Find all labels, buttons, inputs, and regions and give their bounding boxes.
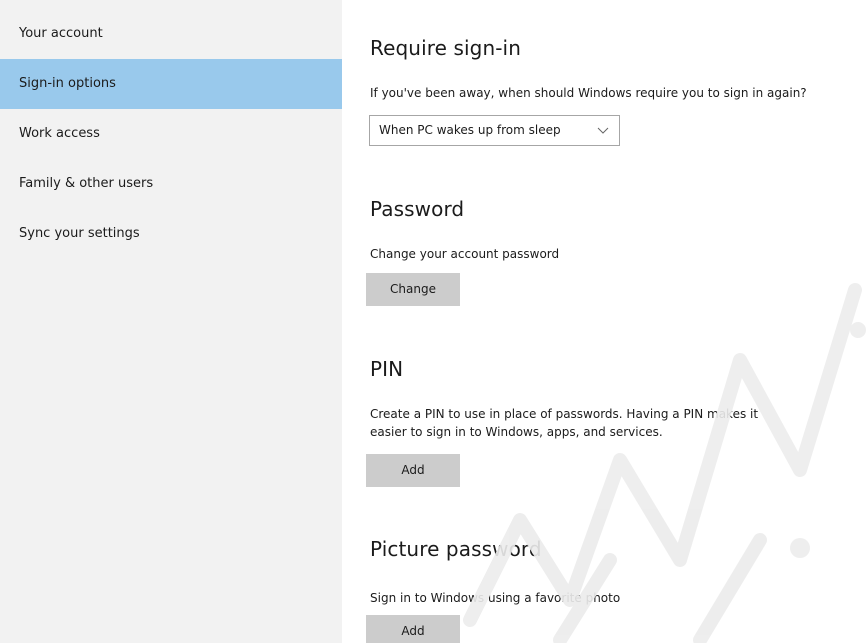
- sidebar-item-work-access[interactable]: Work access: [0, 109, 342, 159]
- add-pin-button[interactable]: Add: [366, 454, 460, 487]
- picture-password-heading: Picture password: [370, 537, 542, 561]
- password-description: Change your account password: [370, 247, 560, 261]
- add-picture-password-button[interactable]: Add: [366, 615, 460, 643]
- pin-heading: PIN: [370, 357, 404, 381]
- sidebar-item-family-other-users[interactable]: Family & other users: [0, 159, 342, 209]
- require-signin-heading: Require sign-in: [370, 36, 521, 60]
- require-signin-description: If you've been away, when should Windows…: [370, 86, 807, 100]
- password-heading: Password: [370, 197, 465, 221]
- sidebar: Your account Sign-in options Work access…: [0, 0, 342, 643]
- sidebar-item-sync-settings[interactable]: Sync your settings: [0, 209, 342, 259]
- chevron-down-icon: [597, 127, 609, 134]
- sidebar-item-your-account[interactable]: Your account: [0, 9, 342, 59]
- dropdown-selected-value: When PC wakes up from sleep: [379, 123, 561, 137]
- sidebar-item-sign-in-options[interactable]: Sign-in options: [0, 59, 342, 109]
- settings-window: Your account Sign-in options Work access…: [0, 0, 867, 643]
- require-signin-dropdown[interactable]: When PC wakes up from sleep: [369, 115, 620, 146]
- main-content: Require sign-in If you've been away, whe…: [342, 0, 867, 643]
- pin-description-line1: Create a PIN to use in place of password…: [370, 407, 759, 421]
- change-password-button[interactable]: Change: [366, 273, 460, 306]
- pin-description-line2: easier to sign in to Windows, apps, and …: [370, 425, 663, 439]
- picture-password-description: Sign in to Windows using a favorite phot…: [370, 591, 621, 605]
